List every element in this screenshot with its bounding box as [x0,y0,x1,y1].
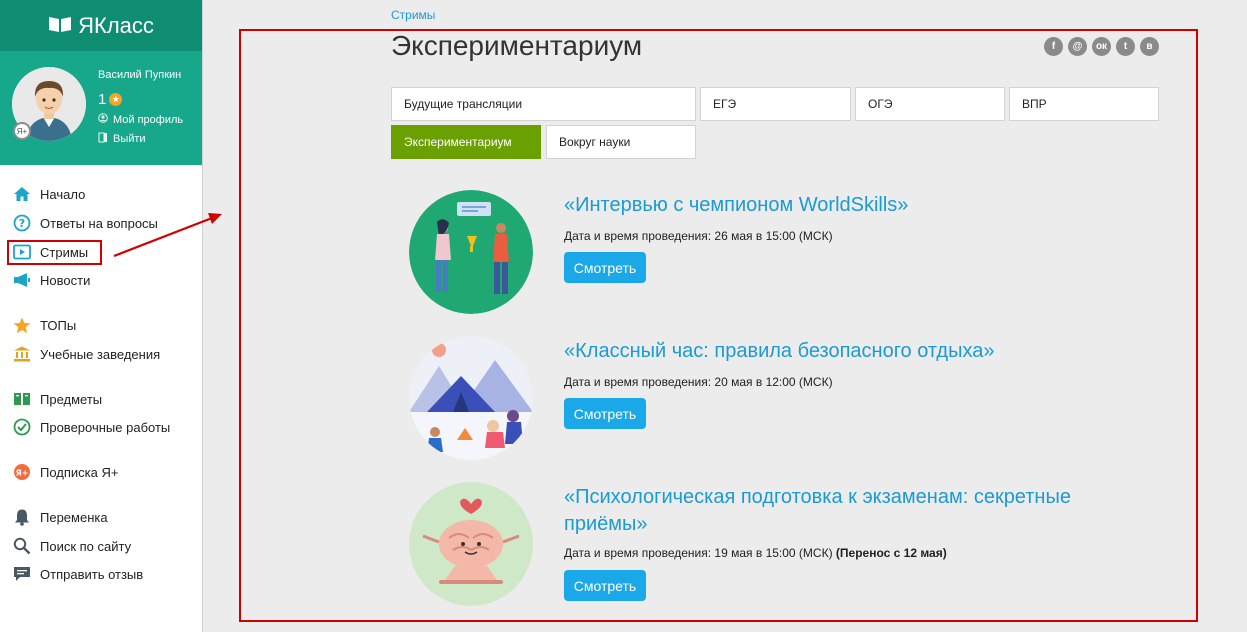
nav-label: Проверочные работы [40,419,171,435]
check-circle-icon [12,418,32,436]
comment-icon [12,565,32,583]
my-profile-link[interactable]: Мой профиль [98,113,183,126]
search-icon [12,537,32,555]
stream-illustration[interactable] [409,482,533,606]
bell-icon [12,508,32,526]
nav-label: Новости [40,272,91,288]
stream-title[interactable]: «Классный час: правила безопасного отдых… [564,338,994,365]
nav-item-news[interactable]: Новости [12,270,90,290]
logout-link[interactable]: Выйти [98,132,146,146]
tab-vpr[interactable]: ВПР [1009,87,1159,121]
nav-label: Поиск по сайту [40,538,132,554]
nav-item-subjects[interactable]: Предметы [12,389,102,409]
mail-icon[interactable]: @ [1068,37,1087,56]
institution-icon [12,345,32,363]
stream-title-line: «Психологическая подготовка к экзаменам:… [564,486,1071,508]
question-circle-icon: ? [12,214,32,232]
exit-door-icon [98,132,108,146]
stream-date: Дата и время проведения: 19 мая в 15:00 … [564,546,947,560]
stream-title-line: приёмы» [564,513,648,535]
profile-panel: Василий Пупкин 1 ★ Мой профиль Выйти [0,51,202,165]
watch-button[interactable]: Смотреть [564,570,646,601]
megaphone-icon [12,271,32,289]
twitter-icon[interactable]: t [1116,37,1135,56]
page-title: Экспериментариум [391,30,643,61]
stream-title[interactable]: «Психологическая подготовка к экзаменам:… [564,484,1071,538]
home-icon [12,185,32,203]
my-profile-label: Мой профиль [113,113,184,126]
sidebar: ЯКласс Василий Пупкин 1 ★ Мой профиль Вы… [0,0,203,632]
stream-item: «Психологическая подготовка к экзаменам:… [391,482,1171,607]
stream-item: «Интервью с чемпионом WorldSkills» Дата … [391,190,1171,315]
stream-illustration[interactable] [409,336,533,460]
nav-item-institutions[interactable]: Учебные заведения [12,344,160,364]
logo-text: ЯКласс [78,12,154,38]
watch-button[interactable]: Смотреть [564,398,646,429]
tab-future[interactable]: Будущие трансляции [391,87,696,121]
stream-date: Дата и время проведения: 20 мая в 12:00 … [564,375,833,389]
nav-item-break[interactable]: Переменка [12,507,108,527]
ya-plus-icon: Я+ [12,463,32,481]
logo[interactable]: ЯКласс [0,0,202,51]
tab-around-science[interactable]: Вокруг науки [546,125,696,159]
nav-item-tests[interactable]: Проверочные работы [12,417,170,437]
stream-item: «Классный час: правила безопасного отдых… [391,336,1171,461]
nav-item-answers[interactable]: ? Ответы на вопросы [12,213,158,233]
watch-button[interactable]: Смотреть [564,252,646,283]
user-name[interactable]: Василий Пупкин [98,69,181,81]
book-logo-icon [48,13,72,39]
svg-text:Я+: Я+ [16,469,29,478]
ya-plus-badge: Я+ [13,122,31,140]
tab-experimentarium[interactable]: Экспериментариум [391,125,541,159]
svg-text:?: ? [19,217,25,230]
stream-illustration[interactable] [409,190,533,314]
social-share: f @ ок t в [1044,37,1159,56]
stream-date-text: Дата и время проведения: 19 мая в 15:00 … [564,546,836,560]
nav-label: Начало [40,186,86,202]
streams-highlight-box [7,240,102,265]
breadcrumb[interactable]: Стримы [391,8,435,22]
odnoklassniki-icon[interactable]: ок [1092,37,1111,56]
user-circle-icon [98,113,108,126]
nav-item-search[interactable]: Поиск по сайту [12,536,131,556]
stream-date-text: Дата и время проведения: 20 мая в 12:00 … [564,375,833,389]
nav-label: Ответы на вопросы [40,215,158,231]
nav-label: Учебные заведения [40,346,161,362]
logout-label: Выйти [113,133,146,145]
star-badge-icon: ★ [109,93,123,106]
stream-date: Дата и время проведения: 26 мая в 15:00 … [564,229,833,243]
stream-date-text: Дата и время проведения: 26 мая в 15:00 … [564,229,833,243]
nav-item-feedback[interactable]: Отправить отзыв [12,564,143,584]
nav-label: Предметы [40,391,103,407]
nav-item-home[interactable]: Начало [12,184,85,204]
stream-title[interactable]: «Интервью с чемпионом WorldSkills» [564,192,908,219]
nav-label: ТОПы [40,317,77,333]
vk-icon[interactable]: в [1140,37,1159,56]
nav-label: Отправить отзыв [40,566,144,582]
nav-label: Подписка Я+ [40,464,119,480]
score-value: 1 [98,91,107,108]
books-icon [12,390,32,408]
nav-label: Переменка [40,509,108,525]
nav-item-tops[interactable]: ТОПы [12,315,76,335]
star-icon [12,316,32,334]
stream-date-note: (Перенос с 12 мая) [835,546,947,560]
user-score: 1 ★ [98,91,123,108]
nav-item-subscription[interactable]: Я+ Подписка Я+ [12,462,118,482]
tab-ege[interactable]: ЕГЭ [700,87,851,121]
tab-oge[interactable]: ОГЭ [855,87,1005,121]
facebook-icon[interactable]: f [1044,37,1063,56]
